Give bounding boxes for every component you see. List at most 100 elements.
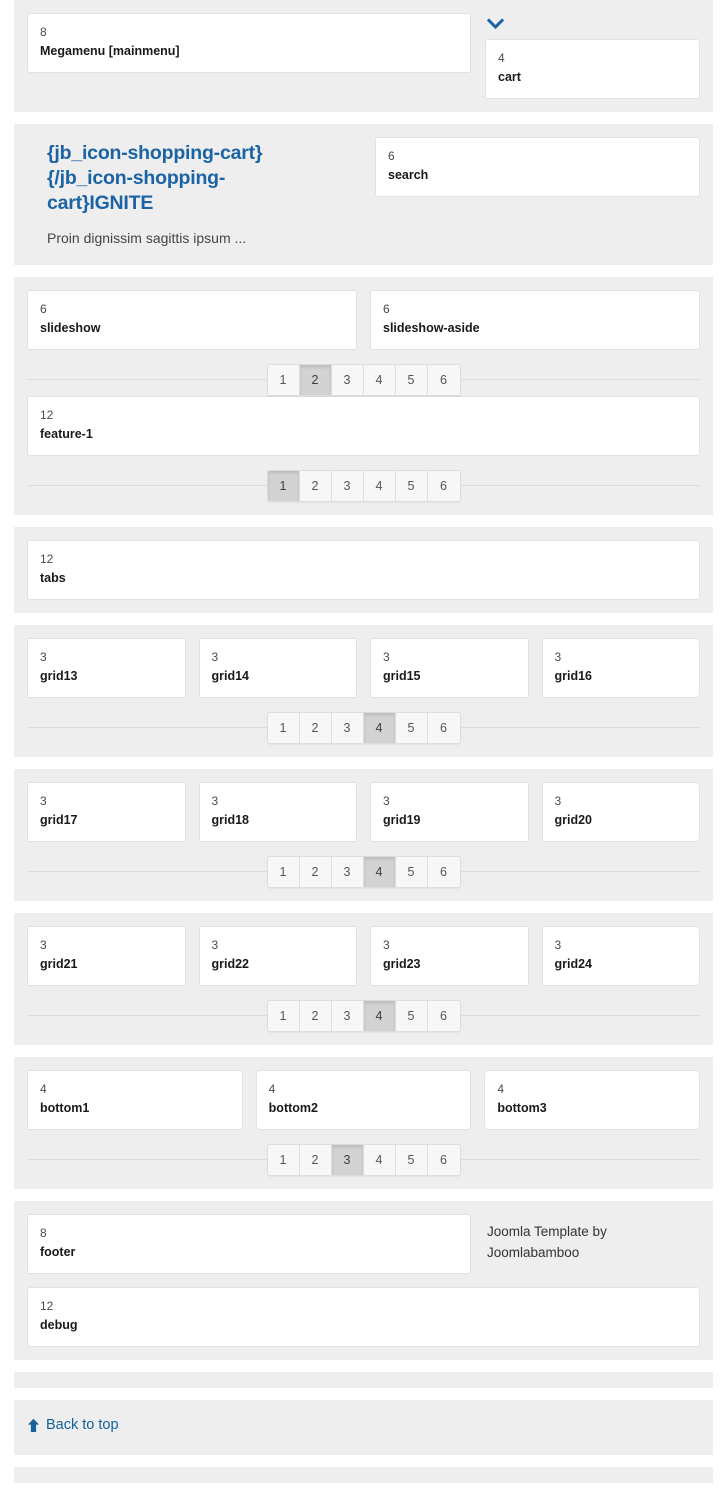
page-button-4[interactable]: 4 (363, 471, 396, 501)
back-to-top-link[interactable]: Back to top (27, 1416, 119, 1434)
footer-row: 8 footer Joomla Template by Joomlabamboo (27, 1214, 700, 1274)
page-button-2[interactable]: 2 (299, 713, 332, 743)
page-button-5[interactable]: 5 (395, 1145, 428, 1175)
position-span: 3 (554, 650, 562, 664)
position-box-tabs[interactable]: 12 tabs (27, 540, 700, 600)
position-span: 8 (40, 25, 47, 39)
position-box-grid23[interactable]: 3 grid23 (370, 926, 529, 986)
page-button-2[interactable]: 2 (299, 1001, 332, 1031)
position-box-bottom1[interactable]: 4 bottom1 (27, 1070, 243, 1130)
pagination-feature[interactable]: 1 2 3 4 5 6 (266, 470, 461, 502)
position-box-grid17[interactable]: 3 grid17 (27, 782, 186, 842)
position-name: search (388, 168, 429, 182)
page-button-6[interactable]: 6 (427, 1001, 460, 1031)
back-to-top-label: Back to top (46, 1417, 119, 1433)
page-button-1[interactable]: 1 (267, 713, 300, 743)
position-span: 6 (40, 302, 47, 316)
pagination-grid-3[interactable]: 1 2 3 4 5 6 (266, 1000, 461, 1032)
pagination-grid-2[interactable]: 1 2 3 4 5 6 (266, 856, 461, 888)
page-button-6[interactable]: 6 (427, 713, 460, 743)
position-box-grid15[interactable]: 3 grid15 (370, 638, 529, 698)
position-box-footer[interactable]: 8 footer (27, 1214, 471, 1274)
page-button-3[interactable]: 3 (331, 713, 364, 743)
page-button-3[interactable]: 3 (331, 1001, 364, 1031)
position-box-feature-1[interactable]: 12 feature-1 (27, 396, 700, 456)
position-span: 6 (388, 149, 395, 163)
page-button-2[interactable]: 2 (299, 1145, 332, 1175)
position-box-grid13[interactable]: 3 grid13 (27, 638, 186, 698)
pagination-slideshow[interactable]: 1 2 3 4 5 6 (266, 364, 461, 396)
position-name: grid19 (383, 813, 421, 827)
position-box-bottom2[interactable]: 4 bottom2 (255, 1070, 472, 1130)
page-button-2[interactable]: 2 (299, 365, 332, 395)
chevron-down-icon[interactable] (487, 18, 700, 33)
page-button-1[interactable]: 1 (267, 471, 300, 501)
position-span: 4 (498, 51, 505, 65)
position-box-debug[interactable]: 12 debug (27, 1287, 700, 1347)
grid-row: 3 grid13 3 grid14 3 grid15 3 grid16 (27, 638, 700, 698)
position-box-megamenu[interactable]: 8 Megamenu [mainmenu] (27, 13, 471, 73)
page-button-5[interactable]: 5 (395, 713, 428, 743)
page-button-1[interactable]: 1 (267, 1001, 300, 1031)
position-box-search[interactable]: 6 search (375, 137, 700, 197)
feature-row: 12 feature-1 (27, 396, 700, 456)
pagination-bottom[interactable]: 1 2 3 4 5 6 (266, 1144, 461, 1176)
brand-section: {jb_icon-shopping-cart}{/jb_icon-shoppin… (14, 124, 713, 265)
page-button-4[interactable]: 4 (363, 1001, 396, 1031)
pagination-strip-grid-1: 1 2 3 4 5 6 (27, 712, 700, 744)
slideshow-row: 6 slideshow 6 slideshow-aside (27, 290, 700, 350)
page-button-1[interactable]: 1 (267, 365, 300, 395)
position-box-grid19[interactable]: 3 grid19 (370, 782, 529, 842)
page-button-5[interactable]: 5 (395, 857, 428, 887)
position-box-grid16[interactable]: 3 grid16 (541, 638, 700, 698)
position-box-grid21[interactable]: 3 grid21 (27, 926, 186, 986)
position-name: grid20 (554, 813, 593, 827)
position-box-slideshow-aside[interactable]: 6 slideshow-aside (370, 290, 700, 350)
position-name: grid21 (40, 957, 78, 971)
pagination-grid-1[interactable]: 1 2 3 4 5 6 (266, 712, 461, 744)
page-button-5[interactable]: 5 (395, 1001, 428, 1031)
pagination-strip-feature: 1 2 3 4 5 6 (27, 470, 700, 502)
position-span: 3 (211, 794, 219, 808)
page-button-4[interactable]: 4 (363, 1145, 396, 1175)
page-button-2[interactable]: 2 (299, 471, 332, 501)
position-span: 3 (40, 650, 47, 664)
page-button-5[interactable]: 5 (395, 365, 428, 395)
pagination-strip-grid-3: 1 2 3 4 5 6 (27, 1000, 700, 1032)
page-button-5[interactable]: 5 (395, 471, 428, 501)
page-button-6[interactable]: 6 (427, 857, 460, 887)
position-span: 3 (383, 650, 390, 664)
position-span: 3 (554, 938, 562, 952)
page-button-3[interactable]: 3 (331, 471, 364, 501)
page-button-4[interactable]: 4 (363, 713, 396, 743)
position-span: 3 (554, 794, 562, 808)
page-button-1[interactable]: 1 (267, 1145, 300, 1175)
position-box-cart[interactable]: 4 cart (485, 39, 700, 99)
position-box-grid22[interactable]: 3 grid22 (198, 926, 357, 986)
position-span: 3 (383, 938, 390, 952)
position-span: 4 (40, 1082, 47, 1096)
page-button-4[interactable]: 4 (363, 365, 396, 395)
position-box-slideshow[interactable]: 6 slideshow (27, 290, 357, 350)
position-name: grid13 (40, 669, 78, 683)
position-box-grid14[interactable]: 3 grid14 (198, 638, 357, 698)
page-button-6[interactable]: 6 (427, 1145, 460, 1175)
position-box-grid24[interactable]: 3 grid24 (541, 926, 700, 986)
position-name: slideshow-aside (383, 321, 480, 335)
position-box-grid20[interactable]: 3 grid20 (541, 782, 700, 842)
header-row: 8 Megamenu [mainmenu] 4 cart (27, 13, 700, 99)
position-box-grid18[interactable]: 3 grid18 (198, 782, 357, 842)
page-button-4[interactable]: 4 (363, 857, 396, 887)
brand-left-column: {jb_icon-shopping-cart}{/jb_icon-shoppin… (27, 137, 375, 252)
page-button-6[interactable]: 6 (427, 471, 460, 501)
page-button-1[interactable]: 1 (267, 857, 300, 887)
page-button-2[interactable]: 2 (299, 857, 332, 887)
site-title: {jb_icon-shopping-cart}{/jb_icon-shoppin… (47, 142, 263, 214)
page-button-3[interactable]: 3 (331, 1145, 364, 1175)
position-box-bottom3[interactable]: 4 bottom3 (484, 1070, 701, 1130)
position-span: 3 (383, 794, 390, 808)
page-button-6[interactable]: 6 (427, 365, 460, 395)
position-span: 6 (383, 302, 390, 316)
page-button-3[interactable]: 3 (331, 365, 364, 395)
page-button-3[interactable]: 3 (331, 857, 364, 887)
